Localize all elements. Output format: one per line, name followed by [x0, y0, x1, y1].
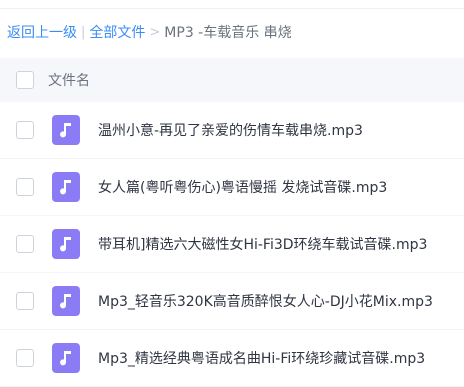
breadcrumb: 返回上一级 | 全部文件 > MP3 -车载音乐 串烧 — [7, 22, 292, 42]
select-all-checkbox[interactable] — [16, 71, 34, 89]
file-checkbox[interactable] — [16, 121, 34, 139]
back-link[interactable]: 返回上一级 — [7, 22, 77, 42]
column-header-filename: 文件名 — [48, 73, 90, 89]
breadcrumb-separator: | — [81, 24, 86, 40]
file-row[interactable]: 女人篇(粤听粤伤心)粤语慢摇 发烧试音碟.mp3 — [0, 159, 464, 216]
file-list: 温州小意-再见了亲爱的伤情车载串烧.mp3 女人篇(粤听粤伤心)粤语慢摇 发烧试… — [0, 102, 464, 387]
music-note-icon — [52, 343, 80, 373]
file-row[interactable]: Mp3_精选经典粤语成名曲Hi-Fi环绕珍藏试音碟.mp3 — [0, 330, 464, 387]
file-list-header: 文件名 — [0, 58, 464, 102]
chevron-right-icon: > — [149, 24, 161, 40]
file-checkbox[interactable] — [16, 178, 34, 196]
current-folder-label: MP3 -车载音乐 串烧 — [164, 25, 292, 41]
file-name[interactable]: Mp3_轻音乐320K高音质醉恨女人心-DJ小花Mix.mp3 — [98, 291, 433, 311]
file-name[interactable]: Mp3_精选经典粤语成名曲Hi-Fi环绕珍藏试音碟.mp3 — [98, 348, 425, 368]
file-checkbox[interactable] — [16, 349, 34, 367]
music-note-icon — [52, 172, 80, 202]
file-checkbox[interactable] — [16, 292, 34, 310]
music-note-icon — [52, 229, 80, 259]
file-checkbox[interactable] — [16, 235, 34, 253]
file-row[interactable]: 带耳机]精选六大磁性女Hi-Fi3D环绕车载试音碟.mp3 — [0, 216, 464, 273]
file-row[interactable]: Mp3_轻音乐320K高音质醉恨女人心-DJ小花Mix.mp3 — [0, 273, 464, 330]
all-files-link[interactable]: 全部文件 — [89, 22, 145, 42]
music-note-icon — [52, 286, 80, 316]
file-name[interactable]: 温州小意-再见了亲爱的伤情车载串烧.mp3 — [98, 120, 363, 140]
file-name[interactable]: 女人篇(粤听粤伤心)粤语慢摇 发烧试音碟.mp3 — [98, 177, 387, 197]
top-strip — [0, 0, 464, 9]
file-name[interactable]: 带耳机]精选六大磁性女Hi-Fi3D环绕车载试音碟.mp3 — [98, 234, 427, 254]
music-note-icon — [52, 115, 80, 145]
file-row[interactable]: 温州小意-再见了亲爱的伤情车载串烧.mp3 — [0, 102, 464, 159]
